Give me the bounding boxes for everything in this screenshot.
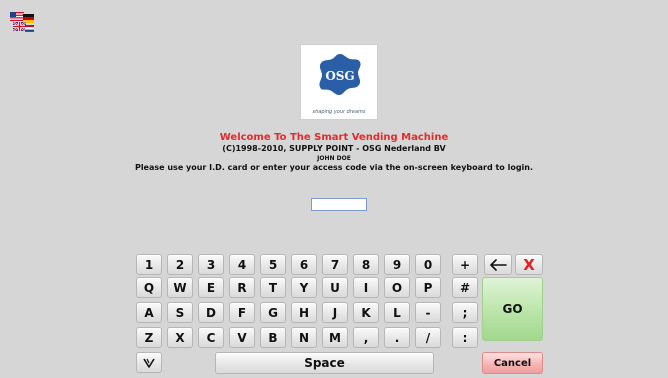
backspace-button[interactable] xyxy=(484,254,512,275)
key-y[interactable]: Y xyxy=(291,277,317,298)
key-r[interactable]: R xyxy=(229,277,255,298)
key-m[interactable]: M xyxy=(322,327,348,348)
key-4[interactable]: 4 xyxy=(229,254,255,275)
key-t[interactable]: T xyxy=(260,277,286,298)
key-h[interactable]: H xyxy=(291,302,317,323)
key-b[interactable]: B xyxy=(260,327,286,348)
arrow-left-icon xyxy=(490,258,507,271)
key-l[interactable]: L xyxy=(384,302,410,323)
company-logo: OSG shaping your dreams xyxy=(300,44,378,120)
logo-name: OSG xyxy=(325,69,354,83)
key-8[interactable]: 8 xyxy=(353,254,379,275)
login-instructions: Please use your I.D. card or enter your … xyxy=(134,163,534,172)
key-3[interactable]: 3 xyxy=(198,254,224,275)
key-k[interactable]: K xyxy=(353,302,379,323)
key-5[interactable]: 5 xyxy=(260,254,286,275)
hide-keyboard-button[interactable] xyxy=(136,352,162,373)
go-button[interactable]: GO xyxy=(482,277,543,341)
logo-tagline: shaping your dreams xyxy=(312,109,366,115)
key-w[interactable]: W xyxy=(167,277,193,298)
key-g[interactable]: G xyxy=(260,302,286,323)
key-c[interactable]: C xyxy=(198,327,224,348)
key-2[interactable]: 2 xyxy=(167,254,193,275)
key-o[interactable]: O xyxy=(384,277,410,298)
key-f[interactable]: F xyxy=(229,302,255,323)
key-j[interactable]: J xyxy=(322,302,348,323)
key-d[interactable]: D xyxy=(198,302,224,323)
key-semicolon[interactable]: ; xyxy=(452,302,478,323)
copyright-text: (C)1998-2010, SUPPLY POINT - OSG Nederla… xyxy=(222,144,446,153)
key-n[interactable]: N xyxy=(291,327,317,348)
key-0[interactable]: 0 xyxy=(415,254,441,275)
key-colon[interactable]: : xyxy=(452,327,478,348)
key-s[interactable]: S xyxy=(167,302,193,323)
chevron-down-icon xyxy=(143,358,155,368)
key-1[interactable]: 1 xyxy=(136,254,162,275)
key-q[interactable]: Q xyxy=(136,277,162,298)
key-x[interactable]: X xyxy=(167,327,193,348)
key-period[interactable]: . xyxy=(384,327,410,348)
key-comma[interactable]: , xyxy=(353,327,379,348)
flags-icon xyxy=(10,12,34,32)
key-hash[interactable]: # xyxy=(452,277,478,298)
key-p[interactable]: P xyxy=(415,277,441,298)
welcome-title: Welcome To The Smart Vending Machine xyxy=(219,132,449,143)
key-a[interactable]: A xyxy=(136,302,162,323)
key-v[interactable]: V xyxy=(229,327,255,348)
key-minus[interactable]: - xyxy=(415,302,441,323)
key-e[interactable]: E xyxy=(198,277,224,298)
key-i[interactable]: I xyxy=(353,277,379,298)
access-code-input[interactable] xyxy=(311,198,367,211)
username-label: JOHN DOE xyxy=(317,155,351,162)
space-button[interactable]: Space xyxy=(215,352,434,374)
key-plus[interactable]: + xyxy=(452,254,478,275)
key-u[interactable]: U xyxy=(322,277,348,298)
osg-logo-icon: OSG xyxy=(319,54,361,95)
key-slash[interactable]: / xyxy=(415,327,441,348)
key-6[interactable]: 6 xyxy=(291,254,317,275)
key-z[interactable]: Z xyxy=(136,327,162,348)
language-selector[interactable] xyxy=(8,10,36,34)
cancel-button[interactable]: Cancel xyxy=(482,352,543,374)
key-9[interactable]: 9 xyxy=(384,254,410,275)
clear-button[interactable]: X xyxy=(515,254,543,275)
key-7[interactable]: 7 xyxy=(322,254,348,275)
